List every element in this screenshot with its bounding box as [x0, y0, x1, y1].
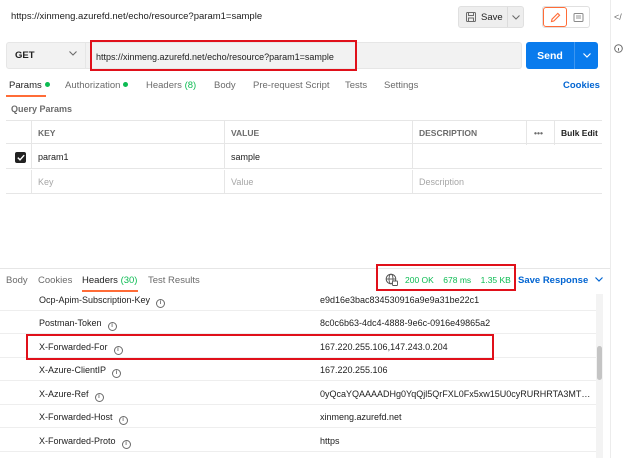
table-header-row: KEY VALUE DESCRIPTION ••• Bulk Edit — [6, 120, 602, 145]
info-icon[interactable] — [614, 44, 623, 55]
scrollbar-thumb[interactable] — [597, 346, 602, 380]
header-key: X-Forwarded-Host i — [39, 412, 128, 425]
view-mode-toggle — [542, 6, 590, 28]
bulk-edit-button[interactable]: Bulk Edit — [555, 121, 602, 145]
new-key-input[interactable]: Key — [32, 170, 225, 194]
tab-params[interactable]: Params — [9, 80, 50, 91]
new-description-input[interactable]: Description — [413, 170, 602, 194]
tab-params-label: Params — [9, 80, 42, 91]
status-highlight-box — [376, 264, 516, 291]
param-value-cell[interactable]: sample — [225, 145, 413, 169]
query-params-heading: Query Params — [11, 104, 73, 114]
header-value: 167.220.255.106 — [320, 365, 388, 375]
response-headers-count: (30) — [120, 275, 138, 286]
tab-tests[interactable]: Tests — [345, 80, 367, 91]
tab-headers[interactable]: Headers (8) — [146, 80, 196, 91]
new-value-input[interactable]: Value — [225, 170, 413, 194]
table-row: X-Azure-ClientIP i 167.220.255.106 — [0, 358, 598, 381]
document-icon — [573, 12, 583, 22]
right-sidebar — [610, 0, 624, 458]
header-key: Postman-Token i — [39, 318, 117, 331]
table-row: X-Forwarded-Host i xinmeng.azurefd.net — [0, 405, 598, 428]
method-label: GET — [15, 50, 35, 61]
table-row: Postman-Token i 8c0c6b63-4dc4-4888-9e6c-0… — [0, 311, 598, 334]
header-value: https — [320, 436, 340, 446]
table-row: X-Forwarded-Proto i https — [0, 429, 598, 452]
tab-headers-count: (8) — [184, 80, 197, 91]
header-key: X-Azure-ClientIP i — [39, 365, 122, 378]
save-button[interactable]: Save — [458, 6, 524, 28]
status-dot — [123, 82, 129, 87]
response-tab-headers-label: Headers — [82, 275, 118, 286]
tab-headers-label: Headers — [146, 80, 182, 91]
save-response-label: Save Response — [518, 275, 589, 286]
param-enabled-checkbox[interactable] — [6, 145, 32, 169]
header-key: X-Azure-Ref i — [39, 389, 104, 402]
cookies-link[interactable]: Cookies — [563, 80, 600, 91]
send-label: Send — [537, 49, 563, 62]
response-tab-cookies[interactable]: Cookies — [38, 275, 72, 286]
value-column-header: VALUE — [225, 121, 413, 145]
header-key: Ocp-Apim-Subscription-Key i — [39, 295, 166, 308]
response-tab-body[interactable]: Body — [6, 275, 28, 286]
more-options-button[interactable]: ••• — [527, 121, 555, 145]
header-key: X-Forwarded-Proto i — [39, 436, 131, 449]
table-row: Ocp-Apim-Subscription-Key i e9d16e3bac834… — [0, 288, 598, 311]
response-headers-table: Ocp-Apim-Subscription-Key i e9d16e3bac834… — [0, 288, 598, 458]
save-icon — [466, 12, 476, 22]
save-main[interactable]: Save — [459, 7, 509, 27]
header-value: xinmeng.azurefd.net — [320, 412, 402, 422]
edit-mode-button[interactable] — [543, 7, 567, 27]
chevron-down-icon — [582, 53, 591, 58]
tab-body[interactable]: Body — [214, 80, 236, 91]
chevron-down-icon — [69, 51, 77, 56]
tab-pre-request-script[interactable]: Pre-request Script — [253, 80, 330, 91]
description-column-header: DESCRIPTION — [413, 121, 527, 145]
param-description-cell[interactable] — [413, 145, 602, 169]
method-select[interactable]: GET — [6, 42, 86, 69]
tab-authorization-label: Authorization — [65, 80, 121, 91]
tab-authorization[interactable]: Authorization — [65, 80, 129, 91]
chevron-down-icon — [594, 277, 603, 282]
response-divider[interactable] — [0, 268, 610, 269]
send-button[interactable]: Send — [526, 42, 598, 69]
save-response-button[interactable]: Save Response — [518, 275, 603, 286]
info-icon[interactable]: i — [94, 393, 104, 402]
status-dot — [44, 82, 50, 87]
forwarded-for-highlight-box — [26, 334, 494, 360]
save-options-button[interactable] — [508, 14, 523, 20]
send-options-button[interactable] — [575, 53, 598, 58]
param-key-cell[interactable]: param1 — [32, 145, 225, 169]
tab-settings[interactable]: Settings — [384, 80, 418, 91]
table-row: param1 sample — [6, 145, 602, 169]
chevron-down-icon — [511, 14, 520, 20]
info-icon[interactable]: i — [121, 440, 131, 449]
response-tab-headers[interactable]: Headers (30) — [82, 275, 137, 286]
header-value: 0yQcaYQAAAADHg0YqQjl5QrFXL0Fx5xw15U0cyRU… — [320, 389, 592, 399]
header-value: 8c0c6b63-4dc4-4888-9e6c-0916e49865a2 — [320, 318, 491, 328]
key-column-header: KEY — [32, 121, 225, 145]
info-icon[interactable]: i — [156, 299, 166, 308]
info-icon[interactable]: i — [107, 322, 117, 331]
code-icon[interactable]: </ — [614, 12, 622, 22]
url-highlight-box — [90, 40, 357, 71]
info-icon[interactable]: i — [112, 369, 122, 378]
response-tab-test-results[interactable]: Test Results — [148, 275, 200, 286]
empty-checkbox-cell — [6, 170, 32, 194]
checkbox-column-header — [6, 121, 32, 145]
active-tab-indicator — [6, 95, 46, 97]
table-row: X-Azure-Ref i 0yQcaYQAAAADHg0YqQjl5QrFXL0… — [0, 382, 598, 405]
request-title[interactable]: https://xinmeng.azurefd.net/echo/resourc… — [11, 11, 262, 22]
pencil-icon — [550, 12, 560, 22]
table-row: Key Value Description — [6, 170, 602, 194]
check-icon — [15, 151, 26, 163]
header-value: e9d16e3bac834530916a9e9a31be22c1 — [320, 295, 480, 305]
documentation-mode-button[interactable] — [567, 7, 589, 27]
info-icon[interactable]: i — [118, 416, 128, 425]
save-label: Save — [481, 11, 503, 23]
